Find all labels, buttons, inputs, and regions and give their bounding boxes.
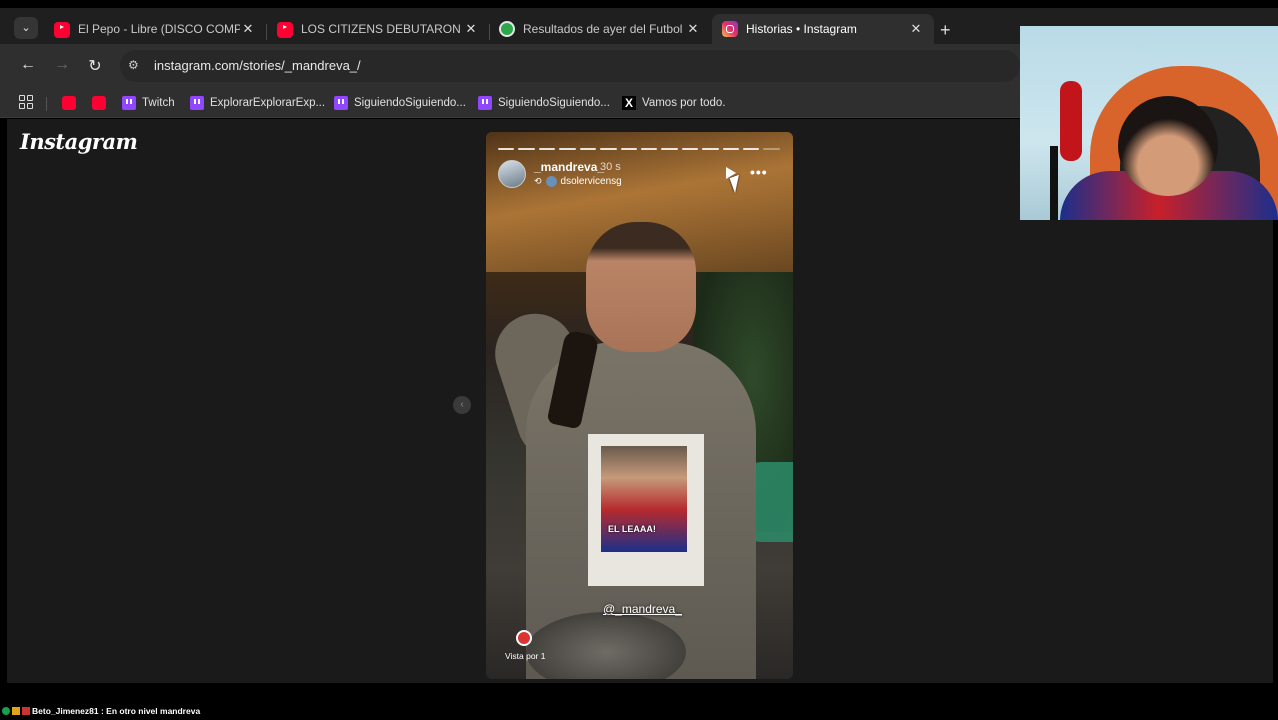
instagram-logo[interactable]: Instagram bbox=[20, 129, 138, 154]
twitch-icon bbox=[334, 96, 348, 110]
address-bar[interactable]: ⚙ instagram.com/stories/_mandreva_/ bbox=[120, 50, 1020, 82]
repost-username: dsolervicensg bbox=[560, 176, 622, 187]
close-tab-icon[interactable]: ✕ bbox=[463, 21, 479, 37]
webcam-person-head bbox=[1118, 96, 1218, 196]
story-viewer[interactable]: EL LEAAA! _mandreva_ 30 s ⟲ dsolervicens… bbox=[486, 132, 793, 679]
youtube-icon bbox=[92, 96, 106, 110]
story-repost-info[interactable]: ⟲ dsolervicensg bbox=[534, 176, 622, 187]
viewer-avatar[interactable] bbox=[516, 630, 532, 646]
stream-chat-message: Beto_Jimenez81 : En otro nivel mandreva bbox=[2, 706, 200, 716]
twitch-icon bbox=[122, 96, 136, 110]
tab-resultados[interactable]: Resultados de ayer del Futbol A ✕ bbox=[489, 14, 711, 44]
youtube-icon bbox=[62, 96, 76, 110]
printed-photo-caption: EL LEAAA! bbox=[608, 524, 656, 534]
bookmark-youtube-2[interactable] bbox=[92, 94, 112, 112]
youtube-icon bbox=[277, 22, 293, 38]
tab-los-citizens[interactable]: LOS CITIZENS DEBUTARON CON ✕ bbox=[267, 14, 489, 44]
repost-avatar bbox=[545, 176, 557, 187]
story-username[interactable]: _mandreva_ bbox=[534, 160, 604, 174]
more-options-icon[interactable]: ••• bbox=[750, 164, 768, 180]
tab-title: Historias • Instagram bbox=[746, 22, 857, 36]
tab-search-button[interactable]: ⌄ bbox=[14, 17, 38, 39]
apps-grid-icon[interactable] bbox=[19, 95, 33, 109]
bookmark-label: ExplorarExplorarExp... bbox=[210, 97, 326, 109]
printed-photo-image bbox=[601, 446, 687, 552]
bookmark-label: SiguiendoSiguiendo... bbox=[498, 97, 610, 109]
bookmark-label: Vamos por todo. bbox=[642, 97, 726, 109]
story-image-printed-photo: EL LEAAA! bbox=[588, 434, 704, 586]
site-info-icon[interactable]: ⚙ bbox=[128, 58, 144, 74]
tab-title: El Pepo - Libre (DISCO COMPLETO bbox=[78, 22, 240, 36]
bookmark-explorar[interactable]: ExplorarExplorarExp... bbox=[190, 94, 325, 112]
webcam-overlay bbox=[1020, 26, 1278, 220]
bookmark-youtube-1[interactable] bbox=[62, 94, 82, 112]
story-mention-sticker[interactable]: @_mandreva_ bbox=[603, 602, 682, 616]
tab-el-pepo[interactable]: El Pepo - Libre (DISCO COMPLETO ✕ bbox=[44, 14, 266, 44]
bookmark-vamos-por-todo[interactable]: X Vamos por todo. bbox=[622, 94, 726, 112]
new-tab-button[interactable]: + bbox=[940, 20, 951, 41]
webcam-microphone bbox=[1060, 81, 1082, 161]
bookmark-siguiendo-1[interactable]: SiguiendoSiguiendo... bbox=[334, 94, 466, 112]
back-arrow-icon[interactable]: ← bbox=[18, 56, 38, 74]
tab-instagram[interactable]: Historias • Instagram ✕ bbox=[712, 14, 934, 44]
forward-arrow-icon[interactable]: → bbox=[52, 56, 72, 74]
twitch-icon bbox=[190, 96, 204, 110]
youtube-icon bbox=[54, 22, 70, 38]
close-tab-icon[interactable]: ✕ bbox=[685, 21, 701, 37]
story-progress-bar bbox=[498, 148, 780, 150]
chat-badge-icon bbox=[12, 707, 20, 715]
story-timestamp: 30 s bbox=[600, 161, 621, 173]
tab-title: Resultados de ayer del Futbol A bbox=[523, 22, 685, 36]
story-image-face bbox=[586, 222, 696, 352]
x-logo-icon: X bbox=[622, 96, 636, 110]
previous-story-arrow-icon[interactable]: ‹ bbox=[453, 396, 471, 414]
soccer-ball-icon bbox=[499, 21, 515, 37]
close-tab-icon[interactable]: ✕ bbox=[240, 21, 256, 37]
chat-message-text: Beto_Jimenez81 : En otro nivel mandreva bbox=[32, 706, 201, 716]
reload-icon[interactable]: ↻ bbox=[85, 56, 105, 76]
twitch-icon bbox=[478, 96, 492, 110]
bookmarks-divider bbox=[46, 97, 47, 111]
bookmark-siguiendo-2[interactable]: SiguiendoSiguiendo... bbox=[478, 94, 610, 112]
repost-icon: ⟲ bbox=[534, 176, 542, 186]
webcam-mic-arm bbox=[1050, 146, 1058, 220]
story-author-avatar[interactable] bbox=[498, 160, 526, 188]
bookmark-twitch[interactable]: Twitch bbox=[122, 94, 175, 112]
tab-title: LOS CITIZENS DEBUTARON CON bbox=[301, 22, 463, 36]
url-text[interactable]: instagram.com/stories/_mandreva_/ bbox=[154, 58, 361, 73]
instagram-icon bbox=[722, 21, 738, 37]
bookmark-label: Twitch bbox=[142, 97, 175, 109]
chat-badge-icon bbox=[22, 707, 30, 715]
chat-badge-icon bbox=[2, 707, 10, 715]
story-viewers-count[interactable]: Vista por 1 bbox=[505, 651, 545, 661]
bookmark-label: SiguiendoSiguiendo... bbox=[354, 97, 466, 109]
close-tab-icon[interactable]: ✕ bbox=[908, 21, 924, 37]
